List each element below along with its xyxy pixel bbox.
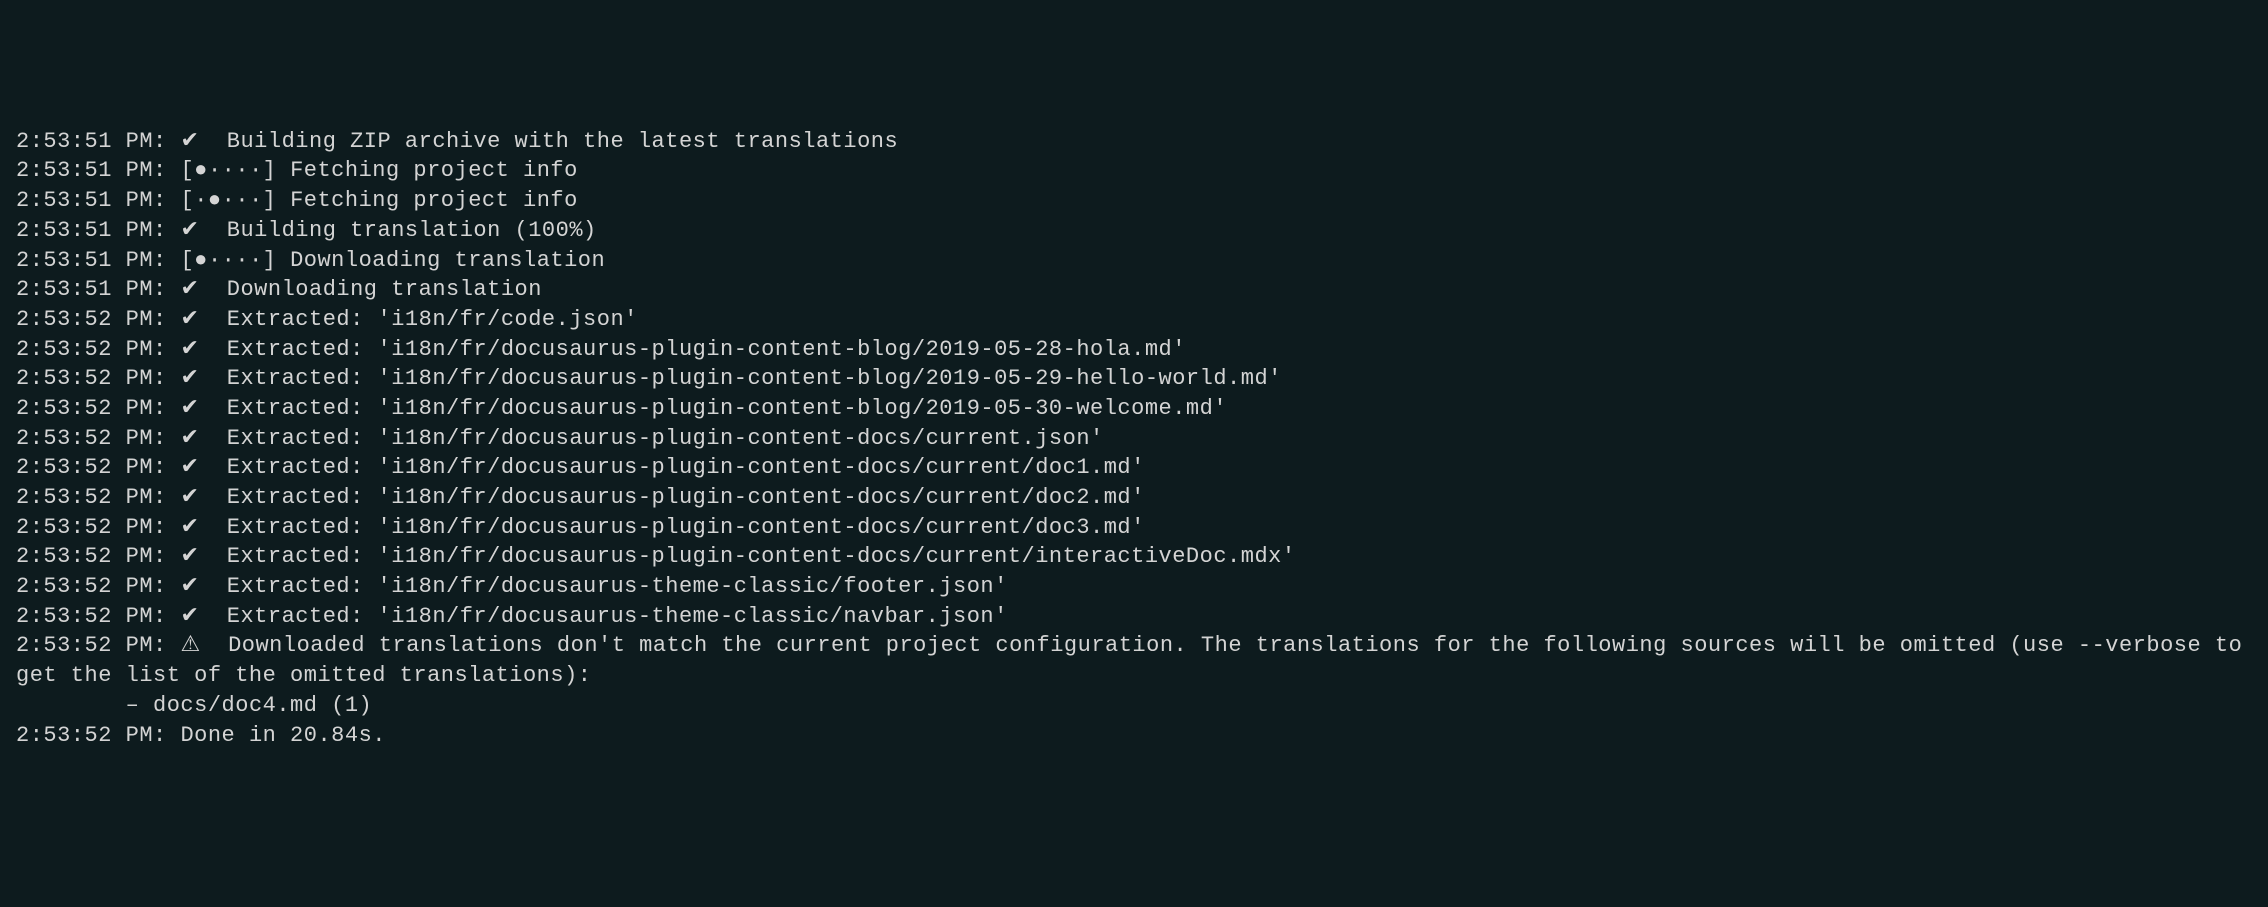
check-icon: ✔ (180, 396, 199, 421)
log-timestamp: 2:53:51 PM: (16, 188, 167, 213)
check-icon: ✔ (180, 515, 199, 540)
log-line: 2:53:52 PM: ✔ Extracted: 'i18n/fr/docusa… (16, 513, 2252, 543)
spinner-icon: [●∙∙∙∙] (180, 158, 276, 183)
spinner-icon: [●∙∙∙∙] (180, 248, 276, 273)
log-line: 2:53:52 PM: ✔ Extracted: 'i18n/fr/docusa… (16, 572, 2252, 602)
log-timestamp: 2:53:51 PM: (16, 248, 167, 273)
log-timestamp: 2:53:52 PM: (16, 426, 167, 451)
log-timestamp: 2:53:52 PM: (16, 455, 167, 480)
log-timestamp: 2:53:52 PM: (16, 604, 167, 629)
log-line: – docs/doc4.md (1) (16, 691, 2252, 721)
warning-icon: ⚠ (180, 633, 200, 658)
log-line: 2:53:51 PM: [∙●∙∙∙] Fetching project inf… (16, 186, 2252, 216)
log-line: 2:53:52 PM: ✔ Extracted: 'i18n/fr/docusa… (16, 335, 2252, 365)
log-line: 2:53:51 PM: ✔ Downloading translation (16, 275, 2252, 305)
check-icon: ✔ (180, 574, 199, 599)
check-icon: ✔ (180, 307, 199, 332)
check-icon: ✔ (180, 485, 199, 510)
log-line: 2:53:52 PM: ⚠ Downloaded translations do… (16, 631, 2252, 690)
log-message: Extracted: 'i18n/fr/docusaurus-plugin-co… (213, 455, 1145, 480)
log-message: Done in 20.84s. (180, 723, 386, 748)
log-timestamp: 2:53:52 PM: (16, 723, 167, 748)
check-icon: ✔ (180, 604, 199, 629)
check-icon: ✔ (180, 366, 199, 391)
log-message: – docs/doc4.md (1) (16, 693, 372, 718)
log-message: Building translation (100%) (213, 218, 597, 243)
log-line: 2:53:52 PM: ✔ Extracted: 'i18n/fr/docusa… (16, 364, 2252, 394)
log-timestamp: 2:53:52 PM: (16, 544, 167, 569)
log-line: 2:53:52 PM: ✔ Extracted: 'i18n/fr/code.j… (16, 305, 2252, 335)
check-icon: ✔ (180, 277, 199, 302)
log-timestamp: 2:53:51 PM: (16, 277, 167, 302)
check-icon: ✔ (180, 426, 199, 451)
log-line: 2:53:52 PM: Done in 20.84s. (16, 721, 2252, 751)
log-timestamp: 2:53:52 PM: (16, 366, 167, 391)
log-line: 2:53:52 PM: ✔ Extracted: 'i18n/fr/docusa… (16, 424, 2252, 454)
log-message: Downloaded translations don't match the … (16, 633, 2256, 688)
log-message: Downloading translation (290, 248, 605, 273)
spinner-icon: [∙●∙∙∙] (180, 188, 276, 213)
log-timestamp: 2:53:51 PM: (16, 158, 167, 183)
log-line: 2:53:52 PM: ✔ Extracted: 'i18n/fr/docusa… (16, 602, 2252, 632)
check-icon: ✔ (180, 129, 199, 154)
log-message: Downloading translation (213, 277, 542, 302)
log-message: Extracted: 'i18n/fr/docusaurus-theme-cla… (213, 604, 1008, 629)
check-icon: ✔ (180, 337, 199, 362)
log-message: Extracted: 'i18n/fr/docusaurus-theme-cla… (213, 574, 1008, 599)
log-line: 2:53:51 PM: ✔ Building ZIP archive with … (16, 127, 2252, 157)
log-message: Extracted: 'i18n/fr/docusaurus-plugin-co… (213, 396, 1227, 421)
log-timestamp: 2:53:52 PM: (16, 633, 167, 658)
check-icon: ✔ (180, 455, 199, 480)
log-line: 2:53:52 PM: ✔ Extracted: 'i18n/fr/docusa… (16, 542, 2252, 572)
log-timestamp: 2:53:52 PM: (16, 574, 167, 599)
log-line: 2:53:52 PM: ✔ Extracted: 'i18n/fr/docusa… (16, 453, 2252, 483)
log-line: 2:53:51 PM: ✔ Building translation (100%… (16, 216, 2252, 246)
log-timestamp: 2:53:52 PM: (16, 337, 167, 362)
check-icon: ✔ (180, 218, 199, 243)
log-message: Extracted: 'i18n/fr/docusaurus-plugin-co… (213, 485, 1145, 510)
log-message: Extracted: 'i18n/fr/docusaurus-plugin-co… (213, 544, 1295, 569)
log-message: Extracted: 'i18n/fr/docusaurus-plugin-co… (213, 337, 1186, 362)
log-timestamp: 2:53:51 PM: (16, 218, 167, 243)
terminal-log: 2:53:51 PM: ✔ Building ZIP archive with … (16, 127, 2252, 750)
log-message: Extracted: 'i18n/fr/docusaurus-plugin-co… (213, 366, 1282, 391)
log-line: 2:53:52 PM: ✔ Extracted: 'i18n/fr/docusa… (16, 483, 2252, 513)
log-line: 2:53:51 PM: [●∙∙∙∙] Fetching project inf… (16, 156, 2252, 186)
log-message: Fetching project info (290, 188, 578, 213)
log-message: Building ZIP archive with the latest tra… (213, 129, 898, 154)
log-timestamp: 2:53:52 PM: (16, 515, 167, 540)
log-message: Extracted: 'i18n/fr/docusaurus-plugin-co… (213, 426, 1104, 451)
log-line: 2:53:51 PM: [●∙∙∙∙] Downloading translat… (16, 246, 2252, 276)
log-timestamp: 2:53:52 PM: (16, 396, 167, 421)
check-icon: ✔ (180, 544, 199, 569)
log-timestamp: 2:53:52 PM: (16, 485, 167, 510)
log-line: 2:53:52 PM: ✔ Extracted: 'i18n/fr/docusa… (16, 394, 2252, 424)
log-timestamp: 2:53:51 PM: (16, 129, 167, 154)
log-message: Extracted: 'i18n/fr/docusaurus-plugin-co… (213, 515, 1145, 540)
log-message: Fetching project info (290, 158, 578, 183)
log-timestamp: 2:53:52 PM: (16, 307, 167, 332)
log-message: Extracted: 'i18n/fr/code.json' (213, 307, 638, 332)
